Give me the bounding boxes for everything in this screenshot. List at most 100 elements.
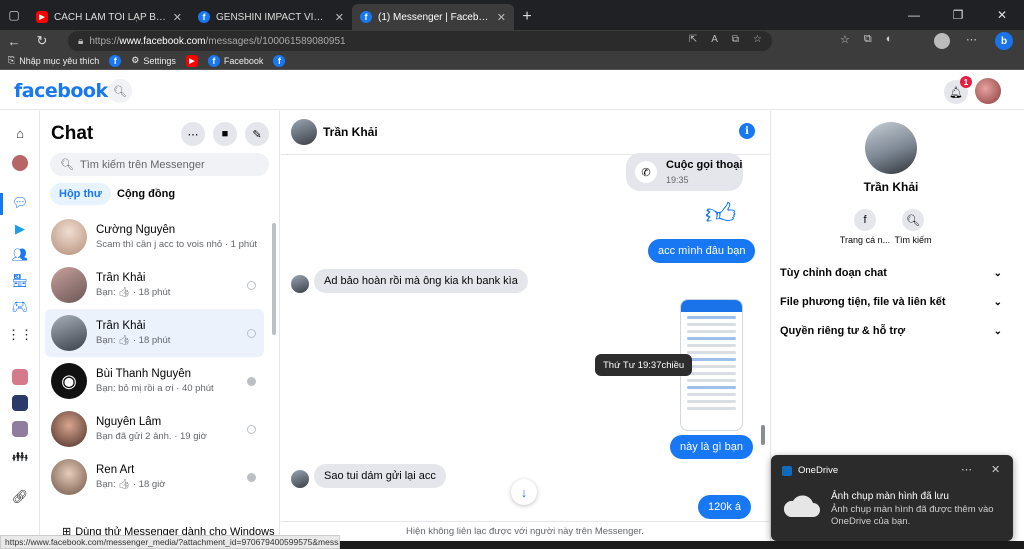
conversation-item[interactable]: Trần Khải Bạn: 👍 · 18 phút [45, 261, 264, 309]
voice-call-card[interactable]: ✆ Cuộc gọi thoại 19:35 [626, 153, 743, 191]
conversation-scrollbar[interactable] [761, 425, 765, 445]
bookmark-facebook[interactable]: f [109, 54, 122, 67]
tab-youtube[interactable]: ▶ CÁCH LÀM TÔI LẠP BÁT - ... ✕ [28, 4, 190, 30]
back-button[interactable]: ← [0, 30, 28, 52]
facebook-icon: f [273, 54, 286, 67]
url-bar[interactable]: 🔒︎ https://www.facebook.com/messages/t/1… [68, 31, 772, 51]
more-icon[interactable]: ⋯ [966, 33, 977, 46]
lock-icon: 🔒︎ [78, 35, 84, 47]
extension-icon[interactable]: ⧉ [732, 34, 739, 45]
close-icon[interactable]: ✕ [991, 463, 1000, 476]
bookmark-import[interactable]: ⎘ Nhập mục yêu thích [8, 55, 99, 66]
tab-messenger[interactable]: f (1) Messenger | Facebook ✕ [352, 4, 514, 30]
groups-icon[interactable]: 👪︎ [10, 447, 30, 467]
chat-list-scrollbar[interactable] [272, 223, 276, 335]
browser-profile-avatar[interactable] [934, 33, 950, 49]
more-icon[interactable]: ⋯ [961, 463, 972, 476]
profile-avatar-rail[interactable] [10, 153, 30, 173]
message-outgoing[interactable]: này là gì bạn [670, 435, 753, 459]
collections-icon[interactable]: ⧉ [864, 33, 872, 46]
onedrive-notification[interactable]: OneDrive ⋯ ✕ Ảnh chụp màn hình đã lưu Ản… [771, 455, 1013, 541]
home-icon[interactable]: ⌂ [10, 123, 30, 143]
message-incoming[interactable]: Ad bảo hoàn rồi mà ông kia kh bank kìa [314, 269, 528, 293]
tab-title: (1) Messenger | Facebook [378, 11, 491, 23]
section-customize-chat[interactable]: Tùy chỉnh đoạn chat ⌄ [780, 262, 1002, 284]
contact-avatar[interactable] [291, 119, 317, 145]
message-outgoing[interactable]: acc mình đâu bạn [648, 239, 756, 263]
avatar [51, 219, 87, 255]
watch-icon[interactable]: ▶ [10, 219, 30, 239]
gaming-icon[interactable]: 🎮︎ [10, 297, 30, 317]
facebook-icon: f [198, 11, 210, 23]
messenger-search[interactable]: 🔍︎ [50, 153, 269, 176]
read-aloud-icon[interactable]: A [711, 34, 718, 45]
close-window-button[interactable]: ✕ [980, 0, 1024, 30]
conversation-name: Trần Khải [96, 272, 146, 284]
menu-grid-icon[interactable]: ⋮⋮ [7, 325, 33, 345]
conversation-item-selected[interactable]: Trần Khải Bạn: 👍 · 18 phút [45, 309, 264, 357]
messenger-search-input[interactable] [79, 158, 260, 171]
share-icon[interactable]: ⇱ [689, 34, 697, 45]
message-outgoing[interactable]: 120k á [698, 495, 752, 519]
contact-avatar-large[interactable] [865, 122, 917, 174]
tab-actions-icon[interactable]: ▢ [0, 0, 28, 30]
section-media-files[interactable]: File phương tiện, file và liên kết ⌄ [780, 291, 1002, 313]
bing-icon[interactable]: b [995, 32, 1013, 50]
filter-inbox[interactable]: Hộp thư [50, 183, 111, 205]
shortcut-3-icon[interactable] [10, 419, 30, 439]
link-icon[interactable]: 🔗︎ [10, 487, 30, 507]
close-icon[interactable]: ✕ [335, 11, 344, 24]
maximize-button[interactable]: ❐ [936, 0, 980, 30]
close-icon[interactable]: ✕ [497, 11, 506, 24]
bookmark-settings[interactable]: ⚙ Settings [131, 55, 176, 66]
section-privacy-support[interactable]: Quyền riêng tư & hỗ trợ ⌄ [780, 320, 1002, 342]
video-call-room-button[interactable]: ■ [213, 122, 237, 146]
favorite-add-icon[interactable]: ☆ [753, 34, 762, 45]
account-avatar[interactable] [975, 78, 1001, 104]
chevron-down-icon: ⌄ [993, 267, 1002, 279]
read-receipt-icon [247, 328, 256, 338]
options-button[interactable]: ⋯ [181, 122, 205, 146]
new-message-button[interactable]: ✎ [245, 122, 269, 146]
conversation-name: Trần Khải [96, 320, 146, 332]
shortcut-1-icon[interactable] [10, 367, 30, 387]
rail-active-indicator [0, 193, 3, 215]
close-icon[interactable]: ✕ [173, 11, 182, 24]
new-tab-button[interactable]: + [514, 4, 540, 30]
refresh-button[interactable]: ↻ [28, 30, 56, 52]
bookmark-facebook-2[interactable]: f [273, 54, 286, 67]
search-icon: 🔍︎ [902, 209, 924, 231]
messenger-icon[interactable]: 💬︎ [10, 193, 30, 213]
facebook-search-button[interactable]: 🔍︎ [108, 79, 132, 103]
conversation-item[interactable]: Nguyễn Lâm Bạn đã gửi 2 ảnh. · 19 giờ [45, 405, 264, 453]
marketplace-icon[interactable]: 🏪︎ [10, 271, 30, 291]
tab-genshin[interactable]: f GENSHIN IMPACT VIỆT NAM TRA... ✕ [190, 4, 352, 30]
toggle-icon[interactable]: ◐ [886, 33, 893, 46]
conversation-preview: Bạn: 👍 · 18 giờ [96, 479, 166, 490]
search-icon: 🔍︎ [113, 85, 127, 98]
minimize-button[interactable]: — [892, 0, 936, 30]
friends-icon[interactable]: 👥︎ [10, 245, 30, 265]
bookmark-facebook-named[interactable]: f Facebook [207, 54, 263, 67]
filter-community[interactable]: Cộng đồng [108, 183, 184, 205]
shortcut-2-icon[interactable] [10, 393, 30, 413]
conversation-item[interactable]: ◉ Bùi Thanh Nguyên Bạn: bỏ mị rồi a ơi · … [45, 357, 264, 405]
toast-title: Ảnh chụp màn hình đã lưu [831, 491, 949, 502]
facebook-logo[interactable]: facebook [14, 80, 108, 102]
compose-icon: ✎ [252, 128, 262, 141]
conversation-info-button[interactable]: i [739, 123, 755, 139]
conversation-item[interactable]: Ren Art Bạn: 👍 · 18 giờ [45, 453, 264, 501]
contact-name[interactable]: Trần Khải [323, 125, 378, 139]
bookmark-youtube[interactable]: ▶ [185, 54, 198, 67]
conversation-item[interactable]: Cường Nguyễn Scam thì cần j acc to vois n… [45, 213, 264, 261]
browser-tab-bar: ▢ ▶ CÁCH LÀM TÔI LẠP BÁT - ... ✕ f GENSH… [0, 0, 1024, 30]
facebook-icon: f [854, 209, 876, 231]
message-incoming[interactable]: Sao tui dám gửi lại acc [314, 464, 446, 488]
scroll-to-bottom-button[interactable]: ↓ [511, 479, 537, 505]
facebook-header: facebook 🔍︎ 🔔︎ 1 [0, 72, 1024, 110]
conversation-preview: Bạn: 👍 · 18 phút [96, 335, 171, 346]
search-in-conversation-button[interactable]: 🔍︎ Tìm kiếm [883, 209, 943, 245]
avatar [51, 267, 87, 303]
tab-title: CÁCH LÀM TÔI LẠP BÁT - ... [54, 11, 167, 23]
favorites-icon[interactable]: ☆ [840, 33, 850, 46]
